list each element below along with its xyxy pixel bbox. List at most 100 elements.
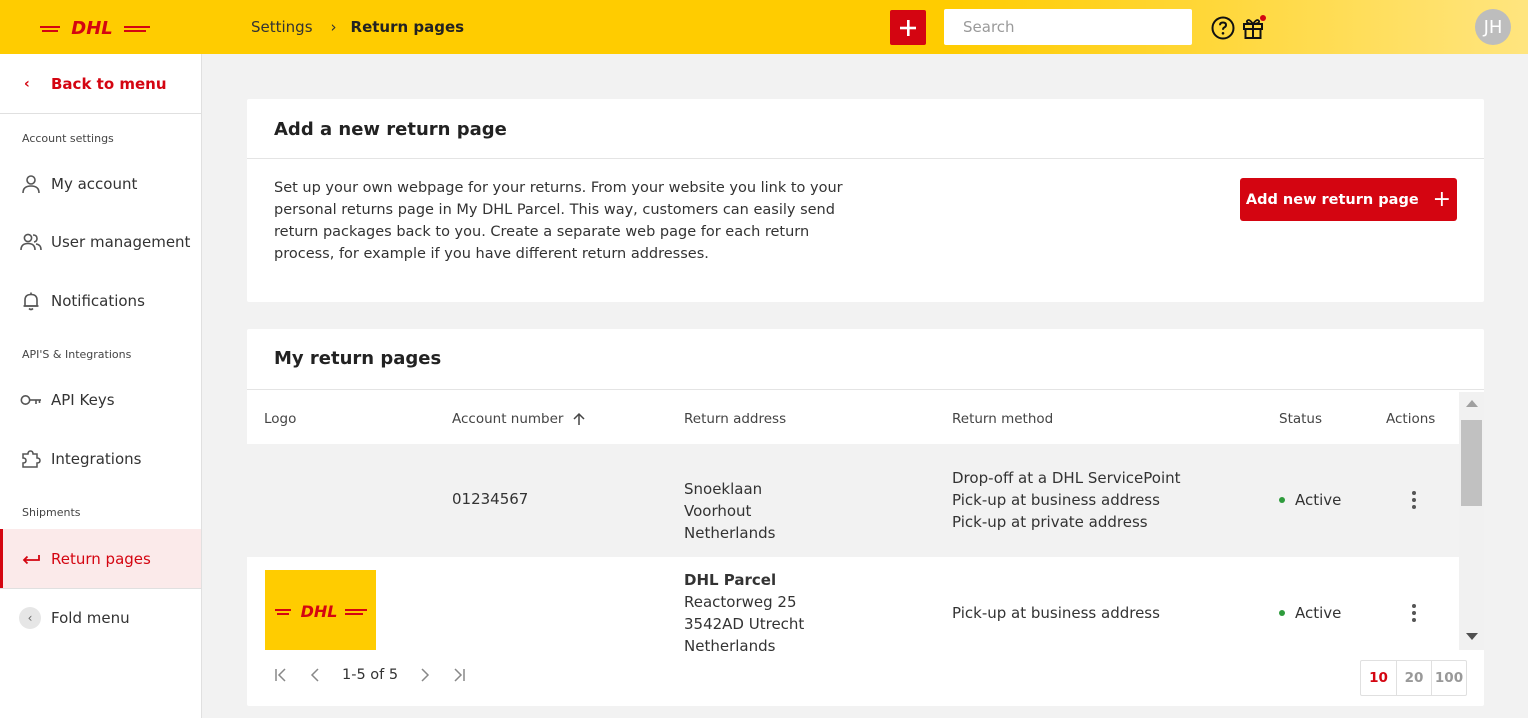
next-page-icon[interactable] (420, 668, 430, 682)
sidebar-item-label: User management (51, 232, 191, 251)
return-address-cell: DHL Parcel Reactorweg 25 3542AD Utrecht … (684, 569, 804, 657)
status-cell: Active (1279, 489, 1341, 511)
return-arrow-icon (19, 547, 43, 571)
address-line: Reactorweg 25 (684, 593, 797, 611)
back-to-menu-label: Back to menu (51, 74, 167, 93)
breadcrumb-current: Return pages (350, 18, 465, 36)
table-scrollbar[interactable] (1459, 392, 1484, 650)
page-size-option[interactable]: 100 (1431, 661, 1466, 695)
divider (247, 158, 1484, 159)
column-header-logo: Logo (264, 411, 297, 427)
previous-page-icon[interactable] (310, 668, 320, 682)
pagination-range: 1-5 of 5 (342, 667, 399, 683)
address-line: 3542AD Utrecht (684, 615, 805, 633)
bell-icon (19, 289, 43, 313)
fold-menu-button[interactable]: ‹ Fold menu (0, 588, 201, 646)
sidebar-item-user-management[interactable]: User management (0, 212, 201, 271)
return-page-logo: DHL (265, 570, 376, 650)
column-header-actions: Actions (1386, 411, 1436, 427)
dhl-logo[interactable]: DHL (40, 17, 150, 37)
address-line: Voorhout (684, 502, 752, 520)
table-row[interactable]: DHL DHL Parcel Reactorweg 25 3542AD Utre… (247, 557, 1459, 657)
sidebar-item-label: Notifications (51, 291, 145, 310)
page-size-option[interactable]: 10 (1361, 661, 1396, 695)
add-return-page-card: Add a new return page Set up your own we… (247, 99, 1484, 302)
first-page-icon[interactable] (274, 668, 288, 682)
last-page-icon[interactable] (452, 668, 466, 682)
chevron-left-icon: ‹ (24, 75, 30, 92)
back-to-menu-link[interactable]: ‹ Back to menu (0, 54, 201, 114)
user-icon (19, 172, 43, 196)
page-size-option[interactable]: 20 (1396, 661, 1431, 695)
address-name: DHL Parcel (684, 571, 777, 589)
sidebar-item-my-account[interactable]: My account (0, 154, 201, 213)
method-line: Pick-up at business address (952, 604, 1160, 622)
table-header: Logo Account number Return address Retur… (247, 390, 1459, 444)
sort-ascending-icon (572, 412, 585, 425)
method-line: Drop-off at a DHL ServicePoint (952, 469, 1181, 487)
chevron-right-icon: › (330, 18, 337, 36)
sidebar-item-label: My account (51, 174, 138, 193)
sidebar-item-api-keys[interactable]: API Keys (0, 370, 201, 429)
add-card-description: Set up your own webpage for your returns… (274, 180, 843, 262)
return-method-cell: Pick-up at business address (952, 602, 1160, 624)
return-pages-list-card: My return pages Logo Account number Retu… (247, 329, 1484, 706)
plus-icon (900, 19, 916, 36)
top-bar: DHL Settings › Return pages JH (0, 0, 1528, 54)
status-dot-icon (1279, 496, 1285, 503)
method-line: Pick-up at business address (952, 491, 1160, 509)
column-header-status: Status (1279, 411, 1323, 427)
sidebar-item-label: Integrations (51, 449, 142, 468)
quick-create-button[interactable] (890, 10, 926, 45)
scroll-thumb[interactable] (1461, 420, 1482, 506)
notification-dot (1260, 15, 1266, 21)
return-method-cell: Drop-off at a DHL ServicePoint Pick-up a… (952, 467, 1181, 533)
status-dot-icon (1279, 609, 1285, 616)
address-line: Snoeklaan (684, 480, 763, 498)
pagination: 1-5 of 5 (274, 665, 488, 685)
account-number-cell: 01234567 (452, 490, 529, 508)
add-button-label: Add new return page (1245, 191, 1419, 208)
add-card-title: Add a new return page (274, 119, 507, 140)
status-label: Active (1295, 604, 1342, 622)
sidebar-item-notifications[interactable]: Notifications (0, 271, 201, 330)
sidebar: ‹ Back to menu Account settings My accou… (0, 54, 202, 718)
page-size-selector: 10 20 100 (1360, 660, 1467, 696)
scroll-up-arrow-icon[interactable] (1466, 400, 1478, 407)
address-line: Netherlands (684, 637, 776, 655)
users-icon (19, 230, 43, 254)
column-header-return-address: Return address (684, 411, 787, 427)
help-icon[interactable] (1211, 16, 1235, 40)
section-title-account: Account settings (22, 132, 114, 145)
more-actions-icon[interactable] (1404, 489, 1424, 511)
key-icon (19, 388, 43, 412)
fold-menu-label: Fold menu (51, 608, 130, 627)
sidebar-item-return-pages[interactable]: Return pages (0, 529, 201, 588)
sidebar-item-integrations[interactable]: Integrations (0, 429, 201, 488)
dhl-logo: DHL (274, 602, 367, 619)
column-header-label: Account number (452, 411, 564, 427)
gift-icon[interactable] (1241, 14, 1267, 40)
method-line: Pick-up at private address (952, 513, 1148, 531)
avatar[interactable]: JH (1475, 9, 1511, 45)
column-header-return-method: Return method (952, 411, 1054, 427)
address-line: Netherlands (684, 524, 776, 542)
column-header-account-number[interactable]: Account number (452, 411, 586, 427)
chevron-left-icon: ‹ (19, 606, 41, 629)
return-address-cell: Snoeklaan Voorhout Netherlands (684, 478, 775, 544)
scroll-down-arrow-icon[interactable] (1466, 633, 1478, 640)
table-row[interactable]: 01234567 Snoeklaan Voorhout Netherlands … (247, 444, 1459, 557)
logo-text: DHL (300, 602, 337, 619)
list-card-title: My return pages (274, 348, 442, 369)
sidebar-item-label: API Keys (51, 390, 115, 409)
add-new-return-page-button[interactable]: Add new return page + (1240, 178, 1457, 221)
status-cell: Active (1279, 602, 1341, 624)
search-input[interactable] (944, 9, 1192, 45)
more-actions-icon[interactable] (1404, 602, 1424, 624)
plus-icon: + (1432, 186, 1452, 212)
status-label: Active (1295, 491, 1342, 509)
section-title-shipments: Shipments (22, 506, 81, 519)
logo-text: DHL (71, 18, 112, 37)
section-title-api: API'S & Integrations (22, 348, 132, 361)
breadcrumb-settings[interactable]: Settings (251, 18, 313, 36)
